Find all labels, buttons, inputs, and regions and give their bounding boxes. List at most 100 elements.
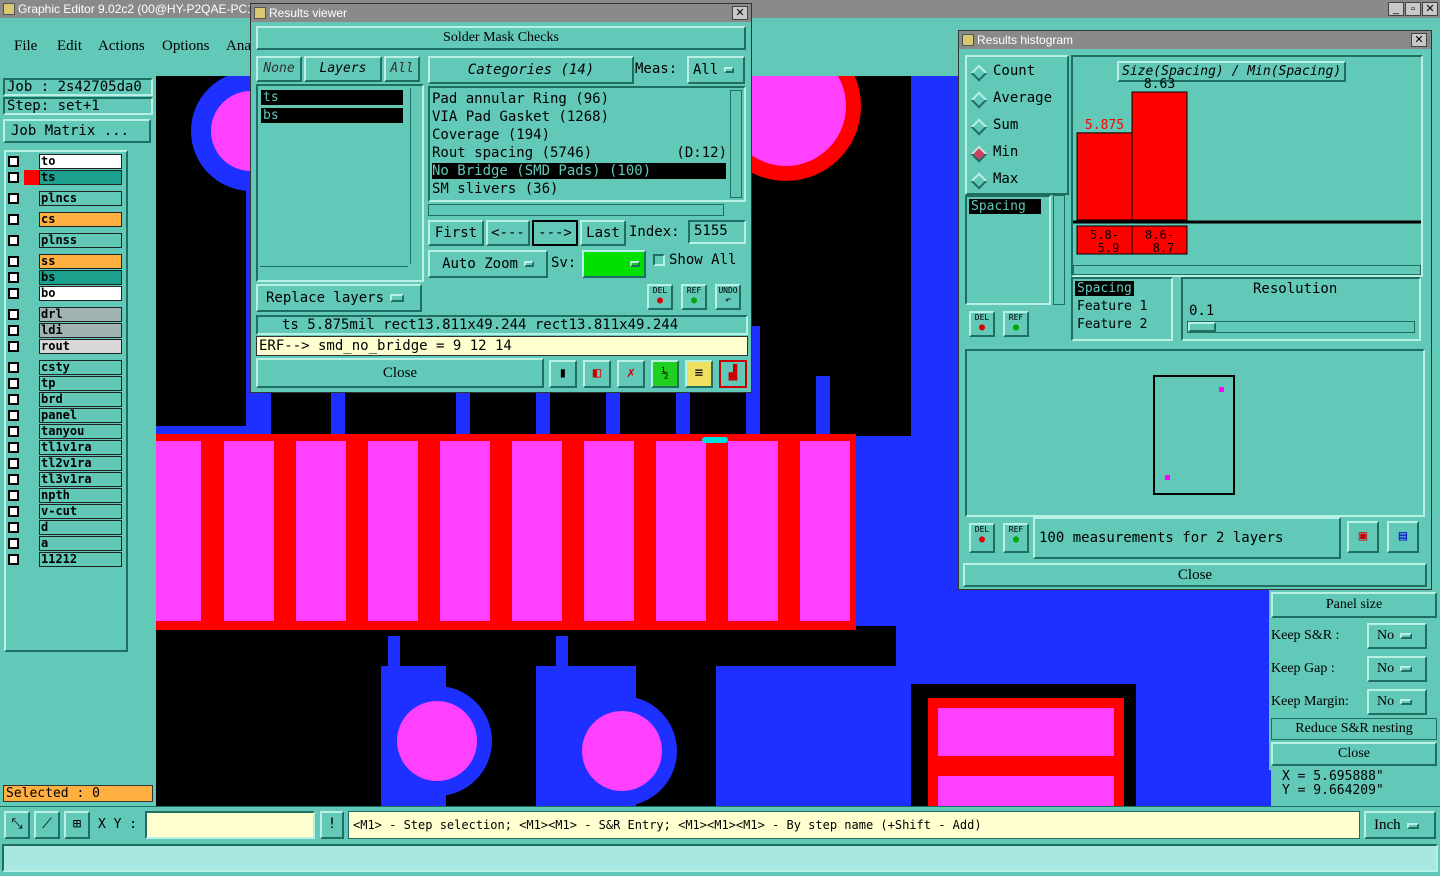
- preview-ref-button[interactable]: REF ●: [1003, 523, 1029, 553]
- layer-list-hscrollbar[interactable]: [260, 266, 408, 276]
- index-input[interactable]: 5155: [688, 220, 746, 244]
- preview-del-button[interactable]: DEL ●: [969, 523, 995, 553]
- layer-name[interactable]: v-cut: [39, 504, 122, 519]
- layer-name[interactable]: tp: [39, 376, 122, 391]
- first-button[interactable]: First: [428, 220, 484, 246]
- command-line[interactable]: [2, 844, 1438, 872]
- layer-name[interactable]: tl2v1ra: [39, 456, 122, 471]
- last-button[interactable]: Last: [580, 220, 626, 246]
- layer-name[interactable]: plncs: [39, 191, 122, 206]
- info-icon[interactable]: !: [320, 811, 344, 839]
- mode-radio-average[interactable]: [970, 91, 988, 109]
- panel-size-button[interactable]: Panel size: [1271, 592, 1437, 618]
- layer-result-ts[interactable]: ts: [261, 90, 403, 105]
- layer-checkbox[interactable]: [8, 235, 19, 246]
- layer-name[interactable]: a: [39, 536, 122, 551]
- menu-edit[interactable]: Edit: [57, 38, 82, 55]
- category-item[interactable]: Rout spacing (5746) (D:12): [432, 145, 727, 161]
- layer-name[interactable]: tanyou: [39, 424, 122, 439]
- layer-checkbox[interactable]: [8, 341, 19, 352]
- layer-list-scrollbar[interactable]: [410, 88, 420, 264]
- layer-row-tl3v1ra[interactable]: tl3v1ra: [6, 472, 122, 487]
- histogram-list-scrollbar[interactable]: [1053, 195, 1065, 305]
- layer-row-d[interactable]: d: [6, 520, 122, 535]
- layer-checkbox[interactable]: [8, 538, 19, 549]
- layer-row-tp[interactable]: tp: [6, 376, 122, 391]
- categories-button[interactable]: Categories (14): [428, 56, 634, 84]
- mode-radio-min[interactable]: [970, 145, 988, 163]
- layer-name[interactable]: bo: [39, 286, 122, 301]
- layer-checkbox[interactable]: [8, 474, 19, 485]
- layers-button[interactable]: Layers: [304, 56, 382, 82]
- menu-analysis[interactable]: Ana: [226, 38, 251, 55]
- layer-name[interactable]: tl1v1ra: [39, 440, 122, 455]
- layer-name[interactable]: 11212: [39, 552, 122, 567]
- layer-checkbox[interactable]: [8, 156, 19, 167]
- prev-button[interactable]: <---: [486, 220, 530, 246]
- layer-name[interactable]: d: [39, 520, 122, 535]
- maximize-icon[interactable]: ▫: [1405, 2, 1421, 16]
- meas-dropdown[interactable]: All: [687, 56, 745, 84]
- layer-name[interactable]: brd: [39, 392, 122, 407]
- auto-zoom-dropdown[interactable]: Auto Zoom: [428, 250, 548, 278]
- keep-gap-dropdown[interactable]: No: [1367, 656, 1427, 682]
- layer-checkbox[interactable]: [8, 458, 19, 469]
- layer-checkbox[interactable]: [8, 442, 19, 453]
- layer-row-ts[interactable]: ts: [6, 170, 122, 185]
- layer-checkbox[interactable]: [8, 394, 19, 405]
- zoom-fit-icon[interactable]: ▤: [1387, 521, 1419, 553]
- layer-checkbox[interactable]: [8, 325, 19, 336]
- histogram-list-item[interactable]: Spacing: [969, 199, 1041, 214]
- menu-file[interactable]: File: [14, 38, 37, 55]
- replace-layers-dropdown[interactable]: Replace layers: [256, 284, 422, 312]
- layer-checkbox[interactable]: [8, 522, 19, 533]
- category-item[interactable]: Coverage (194): [432, 127, 726, 143]
- layer-row-bs[interactable]: bs: [6, 270, 122, 285]
- none-button[interactable]: None: [256, 56, 302, 82]
- layer-row-npth[interactable]: npth: [6, 488, 122, 503]
- layer-checkbox[interactable]: [8, 554, 19, 565]
- layer-checkbox[interactable]: [8, 309, 19, 320]
- layer-checkbox[interactable]: [8, 272, 19, 283]
- layer-name[interactable]: ldi: [39, 323, 122, 338]
- category-item[interactable]: No Bridge (SMD Pads) (100): [432, 163, 726, 179]
- mode-radio-count[interactable]: [970, 64, 988, 82]
- layer-row-rout[interactable]: rout: [6, 339, 122, 354]
- job-matrix-button[interactable]: Job Matrix ...: [3, 119, 151, 143]
- category-item[interactable]: SM slivers (36): [432, 181, 726, 197]
- category-item[interactable]: VIA Pad Gasket (1268): [432, 109, 726, 125]
- ref-button[interactable]: REF ●: [681, 284, 707, 310]
- layer-name[interactable]: npth: [39, 488, 122, 503]
- layer-name[interactable]: panel: [39, 408, 122, 423]
- histogram-bar[interactable]: [1076, 132, 1133, 221]
- layer-name[interactable]: to: [39, 154, 122, 169]
- histogram-ref-button[interactable]: REF ●: [1003, 311, 1029, 337]
- layer-row-ldi[interactable]: ldi: [6, 323, 122, 338]
- exclude-icon[interactable]: ✗: [617, 360, 645, 388]
- layer-checkbox[interactable]: [8, 362, 19, 373]
- layer-checkbox[interactable]: [8, 426, 19, 437]
- layer-row-v-cut[interactable]: v-cut: [6, 504, 122, 519]
- layer-row-csty[interactable]: csty: [6, 360, 122, 375]
- categories-scrollbar[interactable]: [730, 90, 742, 198]
- resolution-slider-thumb[interactable]: [1188, 322, 1216, 332]
- menu-options[interactable]: Options: [162, 38, 210, 55]
- layer-row-plncs[interactable]: plncs: [6, 191, 122, 206]
- del-button[interactable]: DEL ●: [647, 284, 673, 310]
- layer-row-11212[interactable]: 11212: [6, 552, 122, 567]
- layer-checkbox[interactable]: [8, 172, 19, 183]
- layer-checkbox[interactable]: [8, 410, 19, 421]
- layer-row-tanyou[interactable]: tanyou: [6, 424, 122, 439]
- feature-item-spacing[interactable]: Spacing: [1075, 281, 1134, 296]
- measure-icon[interactable]: ⟋: [34, 811, 60, 839]
- select-icon[interactable]: ◧: [583, 360, 611, 388]
- categories-hscrollbar[interactable]: [428, 204, 724, 216]
- layer-name[interactable]: ss: [39, 254, 122, 269]
- layer-name[interactable]: cs: [39, 212, 122, 227]
- layer-name[interactable]: csty: [39, 360, 122, 375]
- layer-row-tl1v1ra[interactable]: tl1v1ra: [6, 440, 122, 455]
- sv-color-dropdown[interactable]: [582, 250, 646, 278]
- layer-result-bs[interactable]: bs: [261, 108, 403, 123]
- layer-name[interactable]: tl3v1ra: [39, 472, 122, 487]
- layer-row-bo[interactable]: bo: [6, 286, 122, 301]
